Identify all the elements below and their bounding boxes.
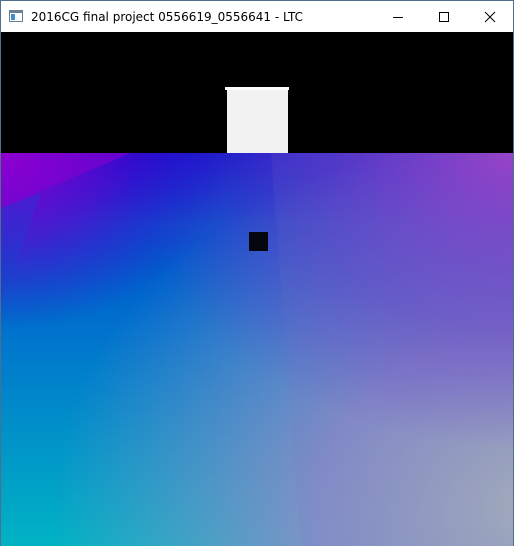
app-window: 2016CG final project 0556619_0556641 - L… bbox=[0, 0, 514, 546]
close-button[interactable] bbox=[467, 1, 513, 32]
title-bar[interactable]: 2016CG final project 0556619_0556641 - L… bbox=[1, 1, 513, 32]
minimize-button[interactable] bbox=[375, 1, 421, 32]
maximize-icon bbox=[439, 11, 449, 22]
application-window-icon[interactable] bbox=[9, 10, 23, 22]
lit-floor-plane bbox=[1, 153, 513, 546]
minimize-icon bbox=[393, 16, 403, 18]
render-viewport[interactable] bbox=[1, 32, 513, 546]
close-icon bbox=[484, 11, 496, 22]
area-light-edge bbox=[225, 87, 289, 90]
window-title: 2016CG final project 0556619_0556641 - L… bbox=[31, 10, 304, 24]
maximize-button[interactable] bbox=[421, 1, 467, 32]
area-light-quad bbox=[227, 87, 288, 153]
occluder-cube bbox=[249, 232, 268, 251]
